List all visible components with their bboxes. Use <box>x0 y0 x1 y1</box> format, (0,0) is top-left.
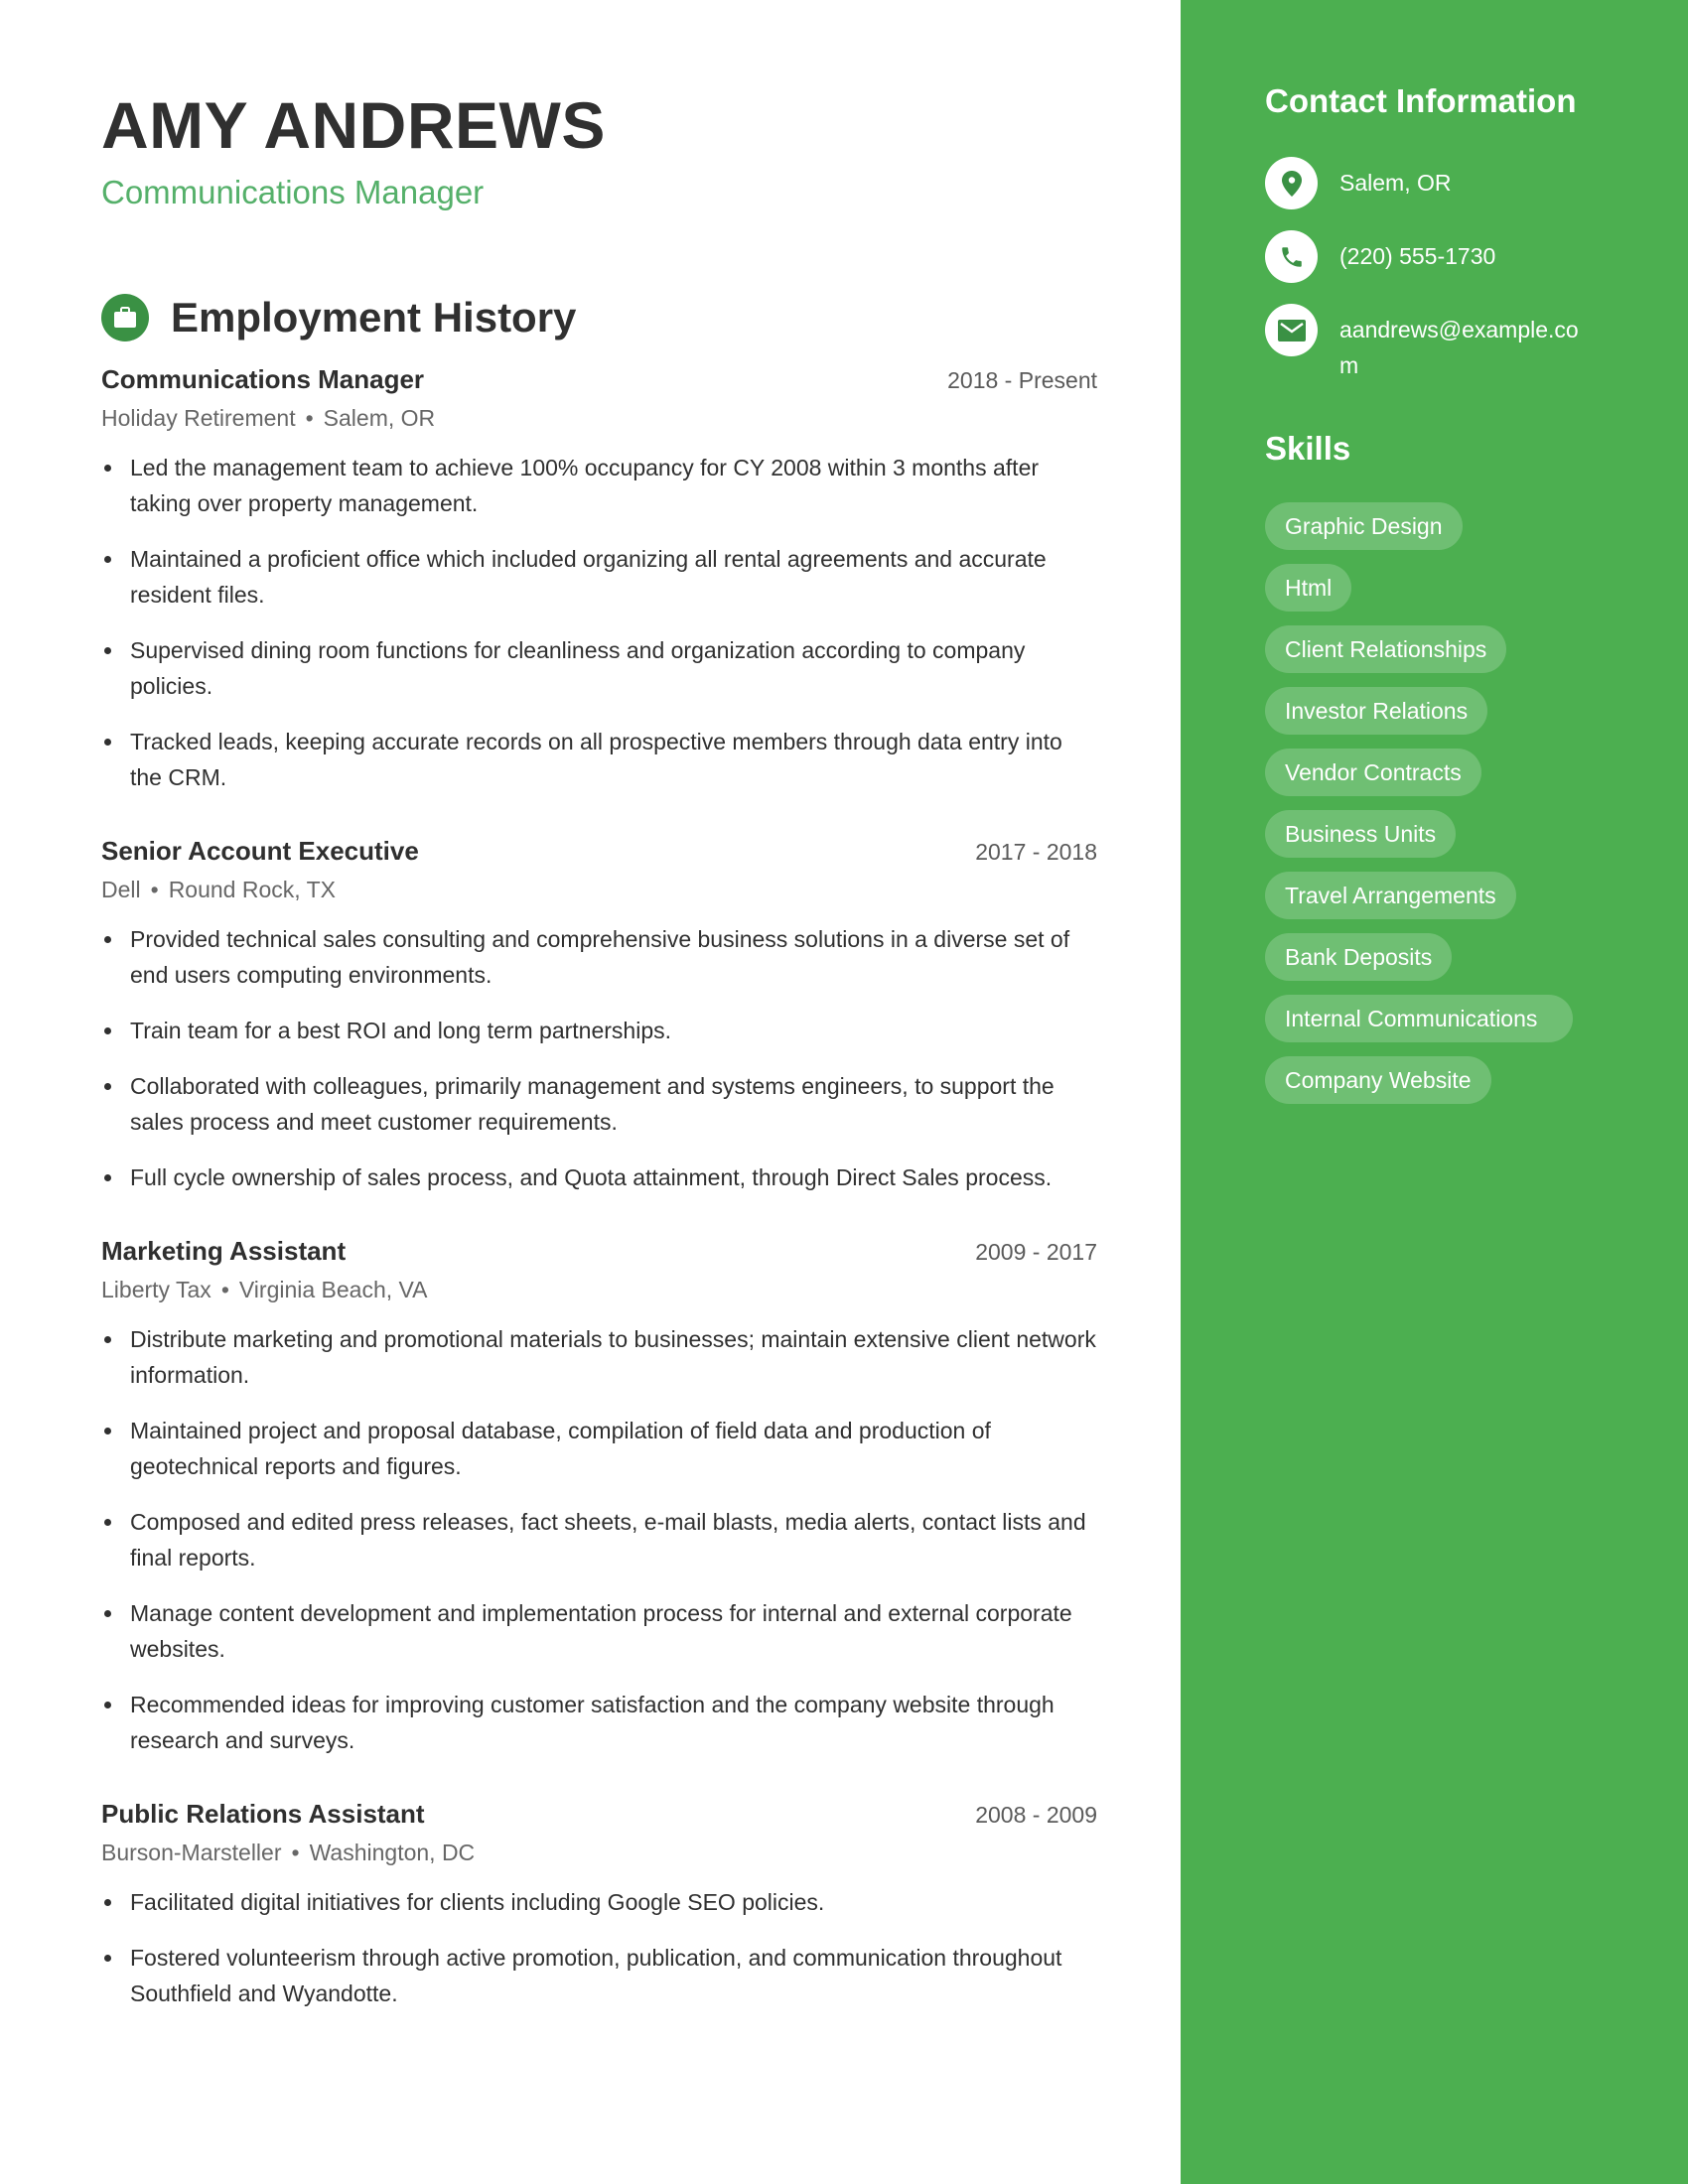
job-dates: 2018 - Present <box>947 367 1097 393</box>
contact-email-text[interactable]: aandrews@example.com <box>1339 304 1588 383</box>
job-bullets: Distribute marketing and promotional mat… <box>101 1321 1097 1758</box>
job-dates: 2009 - 2017 <box>975 1239 1097 1265</box>
bullet-item: Full cycle ownership of sales process, a… <box>101 1160 1097 1195</box>
skill-tag: Business Units <box>1265 810 1457 858</box>
job-company: Dell <box>101 877 141 902</box>
job-title: Senior Account Executive <box>101 836 419 866</box>
job-company: Liberty Tax <box>101 1277 211 1302</box>
job-company: Burson-Marsteller <box>101 1840 282 1865</box>
bullet-item: Composed and edited press releases, fact… <box>101 1504 1097 1575</box>
contact-phone: (220) 555-1730 <box>1265 230 1628 283</box>
bullet-item: Train team for a best ROI and long term … <box>101 1013 1097 1048</box>
job-company: Holiday Retirement <box>101 405 296 431</box>
bullet-item: Provided technical sales consulting and … <box>101 921 1097 993</box>
bullet-item: Fostered volunteerism through active pro… <box>101 1940 1097 2011</box>
skill-tag: Vendor Contracts <box>1265 749 1481 796</box>
skill-tag: Internal Communications <box>1265 995 1573 1042</box>
job-dates: 2017 - 2018 <box>975 839 1097 865</box>
sidebar: Contact Information Salem, OR (220) 555-… <box>1181 0 1688 2184</box>
job-location: Washington, DC <box>309 1840 476 1865</box>
job-bullets: Led the management team to achieve 100% … <box>101 450 1097 795</box>
job-title: Marketing Assistant <box>101 1236 347 1266</box>
job-entry: Communications Manager 2018 - Present Ho… <box>101 359 1097 795</box>
job-location: Virginia Beach, VA <box>238 1277 428 1302</box>
skill-tag: Investor Relations <box>1265 687 1488 735</box>
bullet-item: Led the management team to achieve 100% … <box>101 450 1097 521</box>
contact-list: Salem, OR (220) 555-1730 aandrews@exampl… <box>1265 157 1628 383</box>
job-company-location: Liberty Tax • Virginia Beach, VA <box>101 1272 1097 1307</box>
job-location: Salem, OR <box>323 405 436 431</box>
bullet-item: Recommended ideas for improving customer… <box>101 1687 1097 1758</box>
bullet-item: Maintained project and proposal database… <box>101 1413 1097 1484</box>
bullet-item: Facilitated digital initiatives for clie… <box>101 1884 1097 1920</box>
job-entry: Marketing Assistant 2009 - 2017 Liberty … <box>101 1231 1097 1758</box>
job-title: Public Relations Assistant <box>101 1799 425 1829</box>
job-bullets: Provided technical sales consulting and … <box>101 921 1097 1195</box>
skill-tag: Company Website <box>1265 1056 1491 1104</box>
bullet-item: Manage content development and implement… <box>101 1595 1097 1667</box>
separator-dot: • <box>220 1277 229 1302</box>
contact-title: Contact Information <box>1265 82 1577 119</box>
bullet-item: Collaborated with colleagues, primarily … <box>101 1068 1097 1140</box>
bullet-item: Maintained a proficient office which inc… <box>101 541 1097 613</box>
job-entry: Public Relations Assistant 2008 - 2009 B… <box>101 1794 1097 2011</box>
skill-tag: Bank Deposits <box>1265 933 1453 981</box>
job-company-location: Holiday Retirement • Salem, OR <box>101 400 1097 436</box>
job-entry: Senior Account Executive 2017 - 2018 Del… <box>101 831 1097 1195</box>
candidate-name: AMY ANDREWS <box>101 88 606 162</box>
map-pin-icon <box>1265 157 1318 209</box>
job-location: Round Rock, TX <box>168 877 337 902</box>
section-title: Employment History <box>171 294 577 341</box>
separator-dot: • <box>305 405 314 431</box>
separator-dot: • <box>291 1840 300 1865</box>
skills-title: Skills <box>1265 430 1351 467</box>
skill-tag: Graphic Design <box>1265 502 1463 550</box>
job-company-location: Dell • Round Rock, TX <box>101 872 1097 907</box>
skill-tag: Html <box>1265 564 1352 612</box>
bullet-item: Supervised dining room functions for cle… <box>101 632 1097 704</box>
phone-icon <box>1265 230 1318 283</box>
contact-location: Salem, OR <box>1265 157 1628 209</box>
job-bullets: Facilitated digital initiatives for clie… <box>101 1884 1097 2011</box>
employment-history-header: Employment History <box>101 293 576 342</box>
separator-dot: • <box>150 877 159 902</box>
contact-location-text: Salem, OR <box>1339 170 1452 196</box>
skill-tag: Client Relationships <box>1265 625 1507 673</box>
candidate-title: Communications Manager <box>101 174 485 210</box>
job-dates: 2008 - 2009 <box>975 1802 1097 1828</box>
bullet-item: Tracked leads, keeping accurate records … <box>101 724 1097 795</box>
job-title: Communications Manager <box>101 364 425 394</box>
contact-email: aandrews@example.com <box>1265 304 1628 383</box>
envelope-icon <box>1265 304 1318 356</box>
briefcase-icon <box>101 294 149 341</box>
main-column: AMY ANDREWS Communications Manager Emplo… <box>0 0 1181 2184</box>
job-company-location: Burson-Marsteller • Washington, DC <box>101 1835 1097 1870</box>
skills-list: Graphic Design Html Client Relationships… <box>1265 502 1628 1118</box>
bullet-item: Distribute marketing and promotional mat… <box>101 1321 1097 1393</box>
skill-tag: Travel Arrangements <box>1265 872 1516 919</box>
contact-phone-text[interactable]: (220) 555-1730 <box>1339 230 1588 274</box>
job-list: Communications Manager 2018 - Present Ho… <box>101 359 1097 2047</box>
